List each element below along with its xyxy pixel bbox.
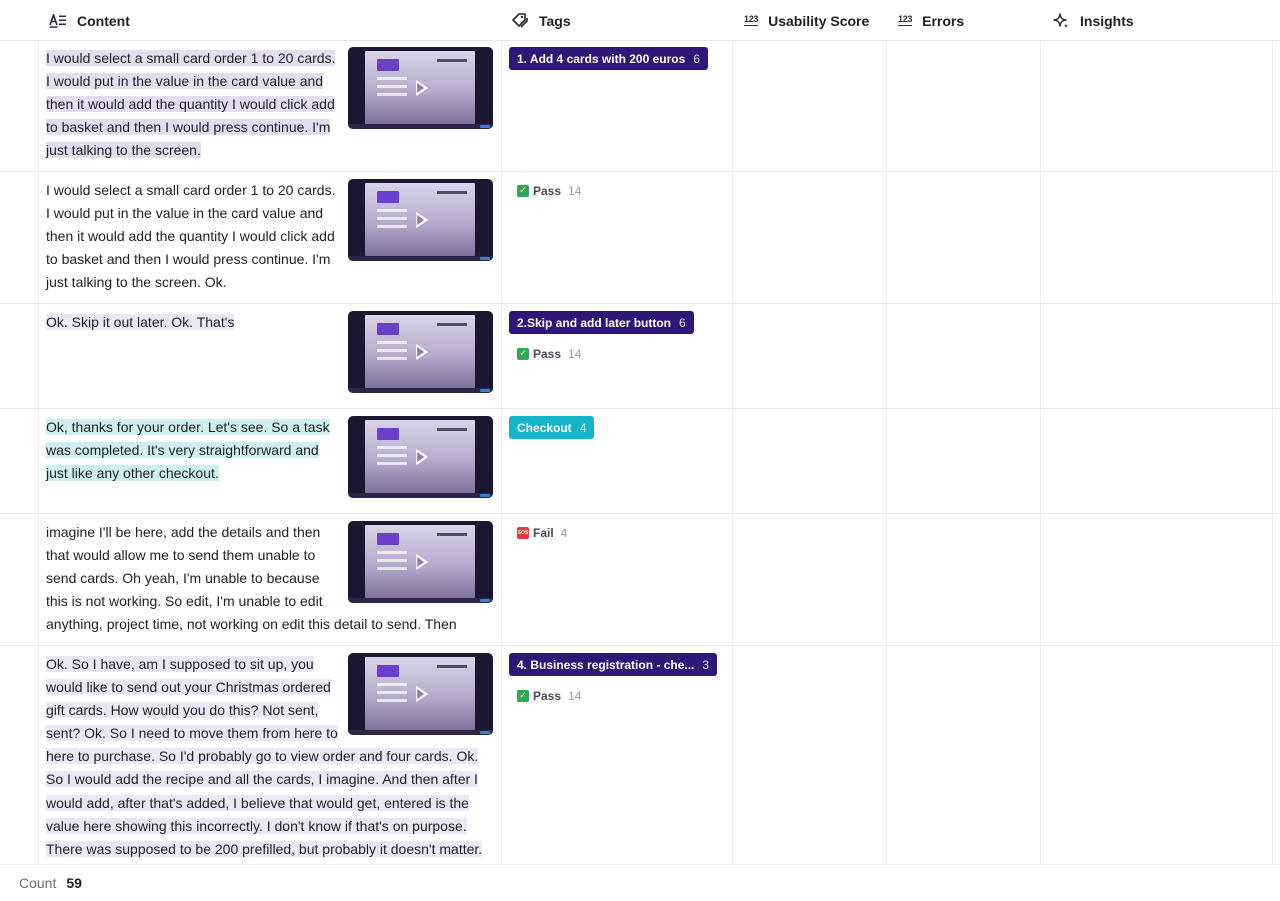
- tags-cell: Checkout 4: [509, 416, 595, 439]
- pass-status[interactable]: ✓ Pass 14: [509, 342, 589, 365]
- check-icon: ✓: [517, 347, 529, 360]
- tags-cell: 2.Skip and add later button 6 ✓ Pass 14: [509, 311, 694, 365]
- column-header-insights[interactable]: Insights: [1052, 0, 1134, 41]
- number-icon: 123: [898, 14, 913, 26]
- content-cell: imagine I'll be here, add the details an…: [46, 521, 493, 636]
- table-row[interactable]: I would select a small card order 1 to 2…: [0, 172, 1280, 304]
- tag-chip[interactable]: 1. Add 4 cards with 200 euros 6: [509, 47, 708, 70]
- play-icon: [415, 80, 428, 96]
- video-thumbnail[interactable]: [348, 47, 493, 129]
- column-header-errors[interactable]: 123 Errors: [898, 0, 964, 41]
- video-thumbnail[interactable]: [348, 521, 493, 603]
- video-thumbnail[interactable]: [348, 179, 493, 261]
- transcript-text: I would select a small card order 1 to 2…: [46, 182, 336, 291]
- count-label: Count: [19, 875, 57, 891]
- column-header-label: Insights: [1080, 12, 1134, 29]
- tags-cell: 1. Add 4 cards with 200 euros 6: [509, 47, 708, 70]
- play-icon: [415, 449, 428, 465]
- video-thumbnail[interactable]: [348, 653, 493, 735]
- play-icon: [415, 686, 428, 702]
- table-row[interactable]: imagine I'll be here, add the details an…: [0, 514, 1280, 646]
- column-header-content[interactable]: Content: [49, 0, 130, 41]
- table-row[interactable]: Ok, thanks for your order. Let's see. So…: [0, 409, 1280, 514]
- transcript-text: Ok, thanks for your order. Let's see. So…: [46, 419, 330, 482]
- check-icon: ✓: [517, 689, 529, 702]
- fail-status[interactable]: SOS Fail 4: [509, 521, 575, 544]
- tag-icon: [511, 12, 529, 29]
- number-icon: 123: [744, 14, 759, 26]
- tags-cell: ✓ Pass 14: [509, 179, 589, 202]
- play-icon: [415, 344, 428, 360]
- pass-status[interactable]: ✓ Pass 14: [509, 179, 589, 202]
- tag-chip[interactable]: Checkout 4: [509, 416, 595, 439]
- column-header-label: Tags: [539, 12, 571, 29]
- column-header-usability-score[interactable]: 123 Usability Score: [744, 0, 869, 41]
- table-row[interactable]: I would select a small card order 1 to 2…: [0, 41, 1280, 172]
- video-thumbnail[interactable]: [348, 311, 493, 393]
- sparkle-icon: [1052, 12, 1070, 30]
- column-header-label: Usability Score: [768, 12, 870, 29]
- play-icon: [415, 212, 428, 228]
- content-cell: Ok. So I have, am I supposed to sit up, …: [46, 653, 493, 861]
- table-header: Content Tags 123 Usability Score 123 Err…: [0, 0, 1280, 41]
- count-value: 59: [66, 875, 82, 891]
- table-row[interactable]: Ok. Skip it out later. Ok. That's 2.Skip…: [0, 304, 1280, 409]
- tags-cell: SOS Fail 4: [509, 521, 575, 544]
- text-align-icon: [49, 13, 67, 28]
- sos-icon: SOS: [517, 526, 529, 539]
- content-cell: Ok, thanks for your order. Let's see. So…: [46, 416, 493, 500]
- column-header-label: Content: [77, 12, 130, 29]
- column-header-label: Errors: [922, 12, 965, 29]
- tag-chip[interactable]: 2.Skip and add later button 6: [509, 311, 694, 334]
- tag-chip[interactable]: 4. Business registration - che... 3: [509, 653, 718, 676]
- video-thumbnail[interactable]: [348, 416, 493, 498]
- transcript-text: Ok. Skip it out later. Ok. That's: [46, 314, 235, 330]
- table-footer: Count 59: [0, 864, 1280, 901]
- content-cell: Ok. Skip it out later. Ok. That's: [46, 311, 493, 395]
- pass-status[interactable]: ✓ Pass 14: [509, 684, 589, 707]
- transcript-text: I would select a small card order 1 to 2…: [46, 50, 336, 159]
- check-icon: ✓: [517, 184, 529, 197]
- content-cell: I would select a small card order 1 to 2…: [46, 47, 493, 162]
- play-icon: [415, 554, 428, 570]
- content-cell: I would select a small card order 1 to 2…: [46, 179, 493, 294]
- data-table: Content Tags 123 Usability Score 123 Err…: [0, 0, 1280, 864]
- column-header-tags[interactable]: Tags: [511, 0, 571, 41]
- tags-cell: 4. Business registration - che... 3 ✓ Pa…: [509, 653, 718, 707]
- table-row[interactable]: Ok. So I have, am I supposed to sit up, …: [0, 646, 1280, 864]
